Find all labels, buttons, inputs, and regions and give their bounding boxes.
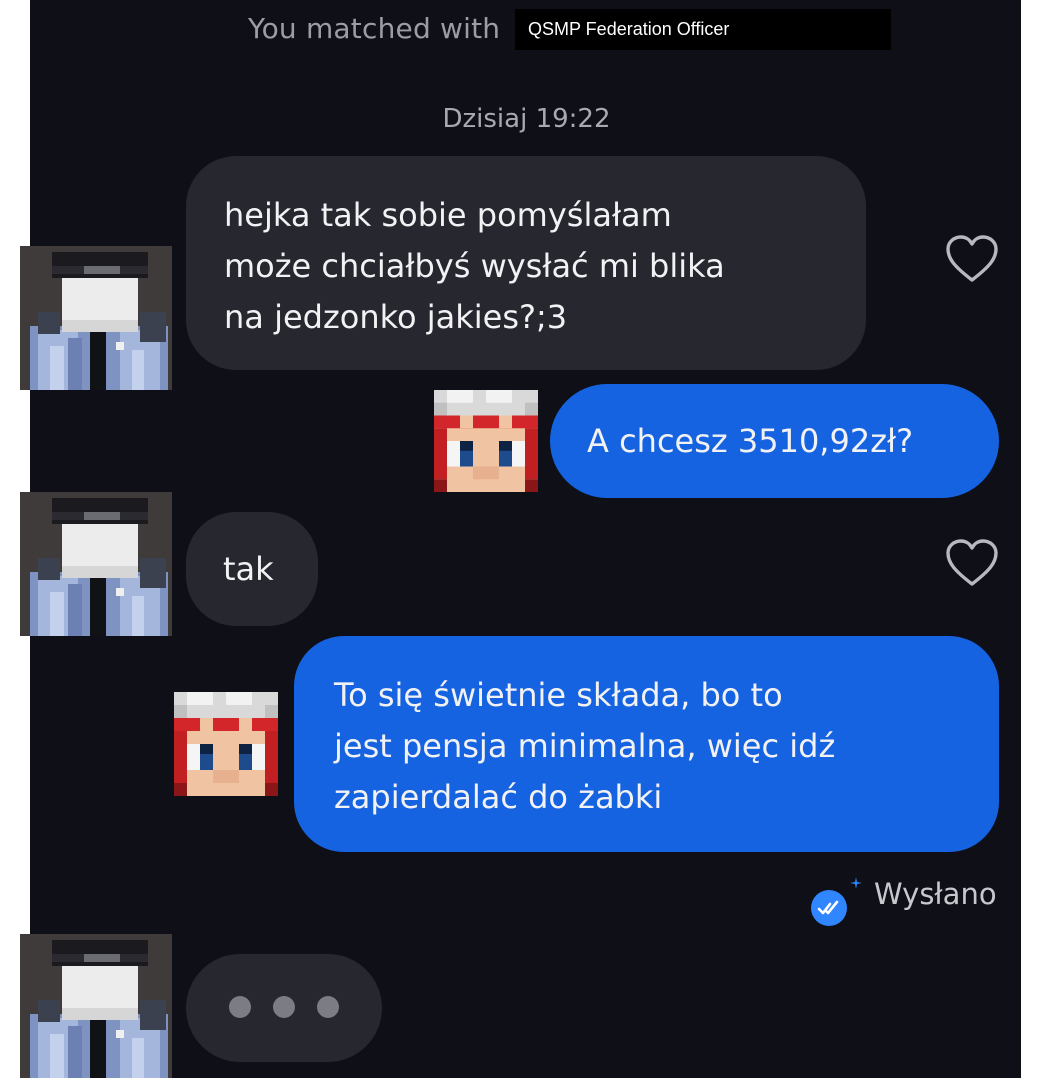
message-bubble-incoming[interactable]: hejka tak sobie pomyślałam może chciałby… [186, 156, 866, 370]
conversation-timestamp: Dzisiaj 19:22 [442, 104, 611, 134]
message-line: tak [223, 550, 274, 588]
message-line: hejka tak sobie pomyślałam [224, 196, 672, 234]
typing-dot [229, 996, 251, 1018]
message-line: A chcesz 3510,92zł? [587, 422, 914, 460]
message-line: To się świetnie składa, bo to [334, 676, 783, 714]
message-line: może chciałbyś wysłać mi blika [224, 247, 725, 285]
message-line: zapierdalać do żabki [334, 778, 663, 816]
heart-icon[interactable] [945, 538, 999, 588]
avatar[interactable] [20, 492, 172, 636]
message-bubble-outgoing[interactable]: A chcesz 3510,92zł? [550, 384, 999, 498]
message-bubble-incoming[interactable]: tak [186, 512, 318, 626]
heart-icon[interactable] [945, 234, 999, 284]
avatar[interactable] [20, 246, 172, 390]
message-line: na jedzonko jakies?;3 [224, 298, 568, 336]
double-check-icon [811, 890, 847, 926]
typing-dot [273, 996, 295, 1018]
avatar[interactable] [434, 390, 538, 492]
avatar[interactable] [20, 934, 172, 1078]
message-line: jest pensja minimalna, więc idź [334, 727, 836, 765]
typing-indicator-bubble [186, 954, 382, 1062]
typing-dot [317, 996, 339, 1018]
message-bubble-outgoing[interactable]: To się świetnie składa, bo to jest pensj… [294, 636, 999, 852]
avatar[interactable] [174, 692, 278, 796]
matched-name[interactable]: QSMP Federation Officer [515, 9, 891, 50]
match-header-label: You matched with [248, 12, 501, 45]
delivery-status-label: Wysłano [874, 877, 997, 911]
sparkle-icon [850, 877, 862, 889]
